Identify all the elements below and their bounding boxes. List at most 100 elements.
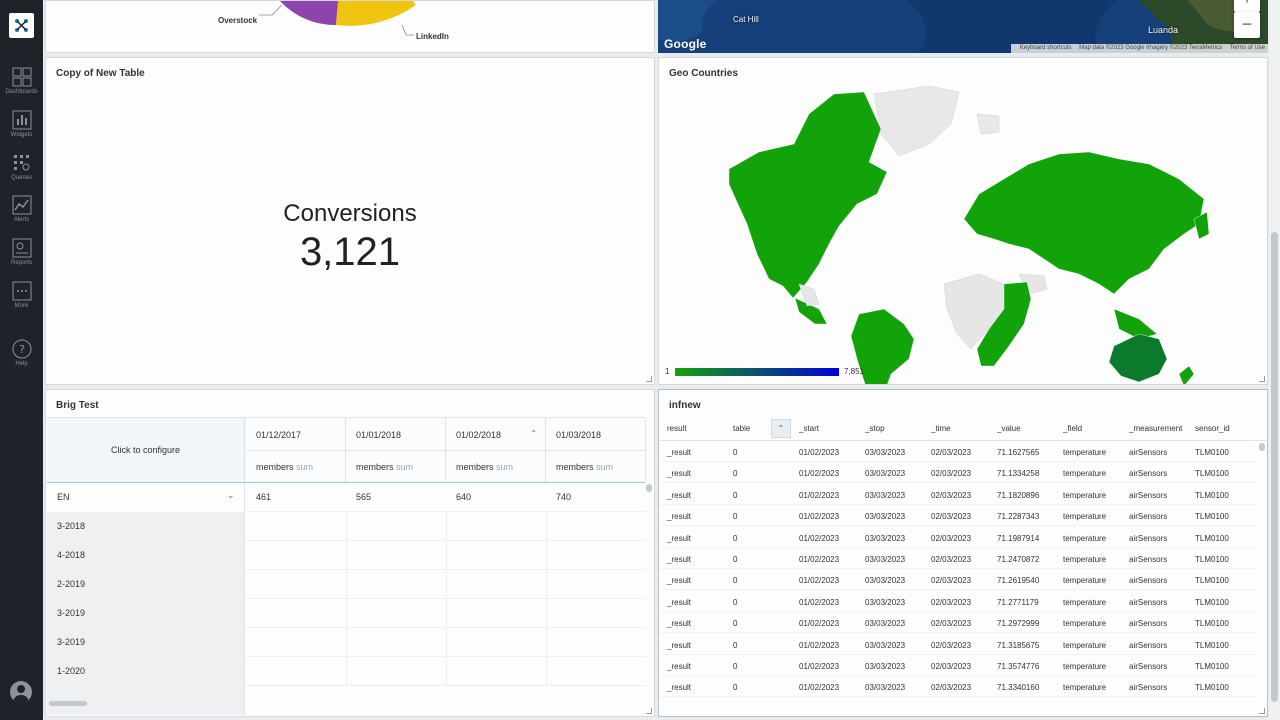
panel-title: Geo Countries [669,68,738,79]
table-cell: 71.3340160 [997,683,1040,693]
table-cell: 01/02/2023 [799,662,840,671]
more-icon [12,281,31,301]
vertical-scrollbar[interactable] [1259,443,1265,451]
column-header[interactable]: _stop [865,424,885,433]
resize-handle[interactable] [1259,376,1265,382]
conversions-panel: Copy of New Table Conversions 3,121 [45,57,655,385]
table-cell: 01/02/2023 [799,533,840,543]
pie-label-overstock: Overstock [218,16,258,25]
resize-handle[interactable] [646,708,652,714]
column-header[interactable]: _measurement [1129,424,1187,433]
kpi-value: 3,121 [299,230,401,274]
panel-title: Copy of New Table [56,68,145,79]
table-cell: 03/03/2023 [865,662,906,671]
table-cell: _result [667,576,692,586]
table-cell: 03/03/2023 [865,448,906,457]
column-header[interactable]: _start [799,424,819,433]
pivot-column-header[interactable]: 01/12/2017 members sum [246,418,346,482]
table-cell: 01/02/2023 [799,640,840,650]
sort-ascending-icon[interactable]: ⌃ [530,429,537,438]
map-zoom-out-button[interactable]: − [1234,12,1260,38]
user-avatar[interactable] [10,681,32,703]
row-header[interactable]: 3-2018 [47,512,245,541]
map-zoom-in-button[interactable]: + [1234,0,1260,12]
column-header[interactable]: result [667,424,687,433]
table-cell: _result [667,533,692,543]
resize-handle[interactable] [1259,708,1265,714]
column-header[interactable]: _value [997,424,1021,433]
vertical-scrollbar[interactable] [646,484,652,492]
pie-slice-overstock [280,1,339,26]
table-row: _result 0 01/02/2023 03/03/2023 02/03/2023 71… [660,634,1258,655]
table-cell: 03/03/2023 [865,597,906,607]
table-cell: _result [667,683,692,693]
table-cell: 02/03/2023 [931,597,972,607]
horizontal-scrollbar[interactable] [49,701,87,706]
row-header[interactable]: 4-2018 [47,541,245,570]
sidebar-item-alerts[interactable]: Alerts [0,195,43,223]
table-cell: temperature [1063,448,1107,457]
pivot-column-header[interactable]: 01/01/2018 members sum [346,418,446,482]
table-cell: 71.1627565 [997,448,1040,457]
reports-icon [12,238,31,258]
table-cell: airSensors [1129,662,1168,671]
table-cell: 02/03/2023 [931,448,972,457]
satellite-map-panel[interactable]: Cat Hill Luanda + − Google Keyboard shor… [658,0,1268,53]
table-cell: 02/03/2023 [931,662,972,671]
sidebar-item-reports[interactable]: Reports [0,238,43,266]
sidebar-item-dashboards[interactable]: Dashboards [0,67,43,95]
table-cell: temperature [1063,619,1107,629]
column-header[interactable]: _field [1063,424,1082,433]
sidebar-item-queries[interactable]: Queries [0,153,43,181]
table-cell: 71.1987914 [997,533,1040,543]
table-row: 3-2018 [47,512,645,541]
column-header[interactable]: sensor_id [1195,424,1230,433]
table-row: 3-2019 [47,599,645,628]
table-cell: TLM0100 [1195,576,1229,586]
pivot-column-header[interactable]: 01/03/2018 members sum [546,418,646,482]
table-cell: 71.1334258 [997,469,1040,479]
table-cell: TLM0100 [1195,619,1229,629]
sidebar-item-widgets[interactable]: Widgets [0,110,43,138]
row-header[interactable]: EN ⌄ [47,483,245,512]
row-header[interactable]: 2-2019 [47,570,245,599]
table-cell: _result [667,555,692,564]
sidebar-item-help[interactable]: ? Help [0,339,43,367]
table-cell: _result [667,640,692,650]
table-cell: 01/02/2023 [799,448,840,457]
table-cell: airSensors [1129,640,1168,650]
table-row: _result 0 01/02/2023 03/03/2023 02/03/2023 71… [660,462,1258,484]
brig-test-panel: Brig Test Click to configure 01/12/2017 … [45,389,655,717]
table-cell: temperature [1063,576,1107,586]
pivot-column-header[interactable]: 01/02/2018 ⌃ members sum [446,418,546,482]
column-header[interactable]: _time [931,424,951,433]
table-cell: 740 [556,492,572,502]
sort-ascending-icon[interactable]: ⌃ [771,419,791,438]
resize-handle[interactable] [646,376,652,382]
table-row: 3-2019 [47,628,645,657]
column-measure: members sum [456,462,514,472]
column-measure: members sum [256,462,314,472]
sidebar-item-more[interactable]: More [0,281,43,309]
column-measure: members sum [356,462,414,472]
table-cell: airSensors [1129,597,1168,607]
click-to-configure-button[interactable]: Click to configure [47,418,245,482]
page-scrollbar-thumb[interactable] [1271,232,1278,702]
row-header[interactable]: 3-2019 [47,628,245,657]
table-cell: 02/03/2023 [931,576,972,586]
column-measure: members sum [556,462,614,472]
map-terms-link[interactable]: Terms of Use [1230,45,1265,51]
table-cell: 02/03/2023 [931,512,972,522]
table-cell: 02/03/2023 [931,490,972,500]
chevron-down-icon[interactable]: ⌄ [227,490,235,501]
table-cell: 71.2287343 [997,512,1040,522]
app-logo[interactable] [9,13,34,38]
row-header[interactable]: 1-2020 [47,657,245,686]
row-header[interactable]: 3-2019 [47,599,245,628]
table-cell: 0 [733,576,738,586]
table-cell: 0 [733,555,738,564]
map-keyboard-shortcuts-link[interactable]: Keyboard shortcuts [1020,45,1072,51]
table-cell: TLM0100 [1195,597,1229,607]
column-header[interactable]: table [733,424,750,433]
page-scrollbar[interactable] [1269,0,1280,720]
